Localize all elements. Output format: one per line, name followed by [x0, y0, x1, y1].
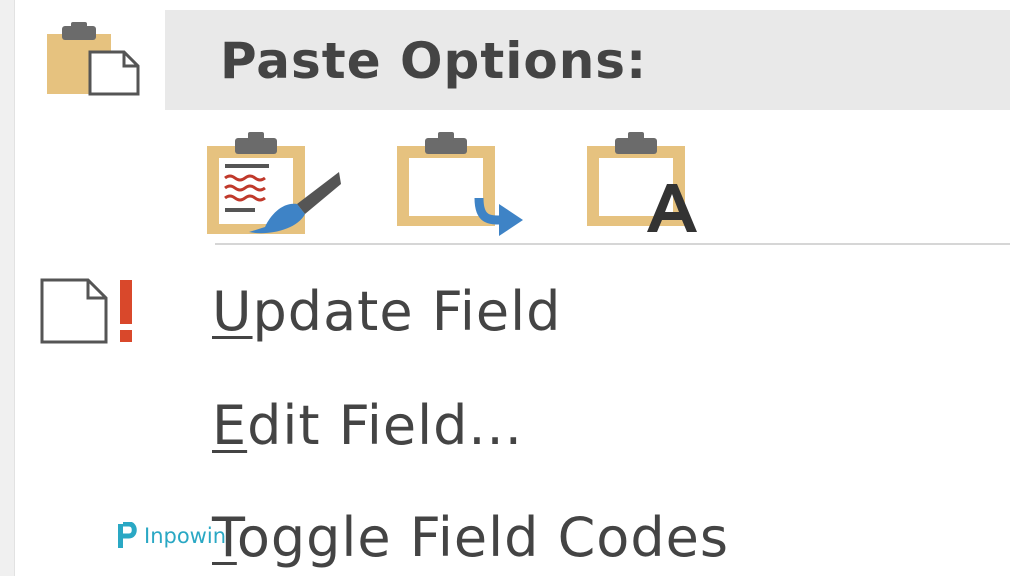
- mnemonic-letter: E: [212, 394, 248, 457]
- menu-item-label: Update Field: [212, 280, 561, 343]
- paste-options-label: Paste Options:: [220, 32, 648, 90]
- clipboard-paste-icon: [47, 22, 140, 96]
- menu-left-strip: [0, 0, 15, 576]
- menu-item-label-rest: dit Field...: [247, 394, 523, 457]
- clipboard-paintbrush-icon[interactable]: [205, 132, 345, 237]
- clipboard-arrow-icon[interactable]: [395, 132, 535, 237]
- menu-separator: [215, 243, 1010, 245]
- context-menu: Paste Options: Update Field Edit Field..…: [0, 0, 1024, 576]
- mnemonic-letter: U: [212, 280, 253, 343]
- menu-item-label: Toggle Field Codes: [212, 506, 729, 569]
- menu-item-label-rest: oggle Field Codes: [236, 506, 729, 569]
- watermark-text: Inpowin: [144, 524, 227, 548]
- clipboard-letter-a-icon[interactable]: [585, 132, 715, 237]
- menu-item-edit-field[interactable]: Edit Field...: [30, 382, 990, 472]
- menu-item-update-field[interactable]: Update Field: [30, 268, 990, 358]
- menu-item-label: Edit Field...: [212, 394, 523, 457]
- inpowin-logo-icon: [118, 522, 137, 548]
- document-exclamation-icon: [40, 278, 132, 344]
- menu-item-label-rest: pdate Field: [252, 280, 562, 343]
- paste-options-header: Paste Options:: [165, 10, 1010, 110]
